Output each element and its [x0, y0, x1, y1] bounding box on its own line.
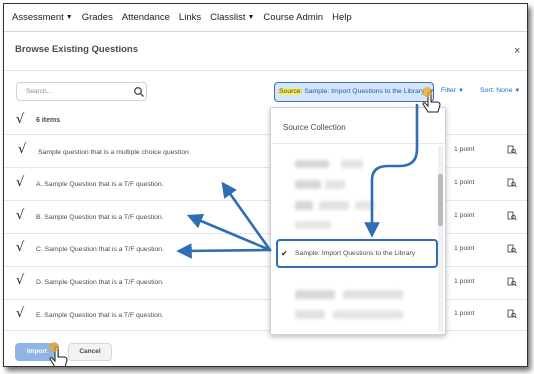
nav-links-label: Links	[178, 12, 202, 23]
menu-item-label: Sample: Import Questions to the Library	[295, 250, 416, 257]
question-text: E. Sample Question that is a T/F questio…	[36, 312, 164, 319]
footer-divider	[4, 330, 527, 331]
screenshot-frame: Assessment ▼ Grades Attendance Links Cla…	[3, 3, 528, 367]
row-divider	[4, 266, 527, 267]
nav-course-admin[interactable]: Course Admin	[263, 12, 323, 23]
sort-button[interactable]: Sort: None ▼	[480, 87, 520, 94]
question-points: 1 point	[454, 146, 475, 153]
preview-icon[interactable]	[507, 145, 517, 155]
preview-icon[interactable]	[507, 277, 517, 287]
nav-attendance-label: Attendance	[121, 12, 170, 23]
search-icon[interactable]	[133, 86, 145, 98]
source-value: : Sample: Import Questions to the Librar…	[300, 88, 425, 95]
row-divider	[4, 167, 527, 168]
chevron-down-icon: ▼	[428, 89, 435, 95]
row-divider	[4, 299, 527, 300]
chevron-down-icon: ▼	[458, 88, 464, 94]
row-divider	[4, 134, 527, 135]
checkmark-icon: ✔	[281, 249, 288, 258]
preview-icon[interactable]	[507, 178, 517, 188]
preview-icon[interactable]	[507, 211, 517, 221]
nav-help-label: Help	[332, 12, 352, 23]
course-navbar: Assessment ▼ Grades Attendance Links Cla…	[4, 4, 527, 32]
menu-scrollbar-thumb[interactable]	[438, 174, 443, 226]
arrow-to-row-c	[176, 243, 272, 259]
chevron-down-icon: ▼	[65, 14, 73, 21]
question-text: C. Sample Question that is a T/F questio…	[36, 246, 164, 253]
nav-grades[interactable]: Grades	[82, 12, 113, 23]
question-text: B. Sample Question that is a T/F questio…	[36, 214, 164, 221]
row-checkbox[interactable]: √	[16, 306, 24, 321]
question-points: 1 point	[454, 245, 475, 252]
nav-classlist[interactable]: Classlist ▼	[210, 12, 254, 23]
row-checkbox[interactable]: √	[18, 142, 26, 157]
preview-icon[interactable]	[507, 244, 517, 254]
cancel-button[interactable]: Cancel	[68, 343, 112, 361]
row-checkbox[interactable]: √	[16, 240, 24, 255]
select-all-checkbox[interactable]: √	[16, 112, 24, 127]
source-collection-menu: Source Collection ✔ Sample: Import Quest…	[270, 107, 446, 335]
row-divider	[4, 233, 527, 234]
close-icon[interactable]: ×	[514, 45, 520, 57]
arrow-to-row-b	[186, 213, 272, 252]
nav-help[interactable]: Help	[332, 12, 352, 23]
dialog-title: Browse Existing Questions	[15, 44, 138, 55]
items-count: 6 items	[36, 117, 61, 124]
import-button[interactable]: Import	[15, 343, 59, 361]
question-points: 1 point	[454, 310, 475, 317]
nav-assessment[interactable]: Assessment ▼	[12, 12, 73, 23]
source-dropdown-button[interactable]: Source: Sample: Import Questions to the …	[274, 82, 434, 102]
question-points: 1 point	[454, 179, 475, 186]
row-checkbox[interactable]: √	[16, 273, 24, 288]
menu-divider	[271, 143, 445, 144]
question-points: 1 point	[454, 278, 475, 285]
question-text: A. Sample Question that is a T/F questio…	[36, 181, 164, 188]
sort-label: Sort: None	[480, 87, 513, 94]
question-text: D. Sample Question that is a T/F questio…	[36, 279, 164, 286]
question-text: Sample question that is a multiple choic…	[38, 149, 189, 156]
nav-assessment-label: Assessment	[12, 12, 64, 23]
nav-classlist-label: Classlist	[210, 12, 246, 23]
filter-label: Filter	[441, 87, 457, 94]
nav-grades-label: Grades	[81, 12, 113, 23]
search-placeholder: Search...	[26, 88, 53, 95]
header-divider	[4, 70, 527, 71]
nav-attendance[interactable]: Attendance	[122, 12, 170, 23]
arrow-to-row-a	[221, 181, 272, 252]
chevron-down-icon: ▼	[247, 14, 255, 21]
menu-title: Source Collection	[283, 123, 346, 132]
question-points: 1 point	[454, 212, 475, 219]
filter-button[interactable]: Filter ▼	[441, 87, 464, 94]
row-checkbox[interactable]: √	[16, 208, 24, 223]
nav-course-admin-label: Course Admin	[263, 12, 324, 23]
source-prefix: Source	[279, 88, 301, 95]
row-checkbox[interactable]: √	[16, 175, 24, 190]
row-divider	[4, 200, 527, 201]
preview-icon[interactable]	[507, 309, 517, 319]
chevron-down-icon: ▼	[514, 88, 521, 94]
nav-links[interactable]: Links	[179, 12, 201, 23]
search-input[interactable]: Search...	[16, 82, 147, 101]
